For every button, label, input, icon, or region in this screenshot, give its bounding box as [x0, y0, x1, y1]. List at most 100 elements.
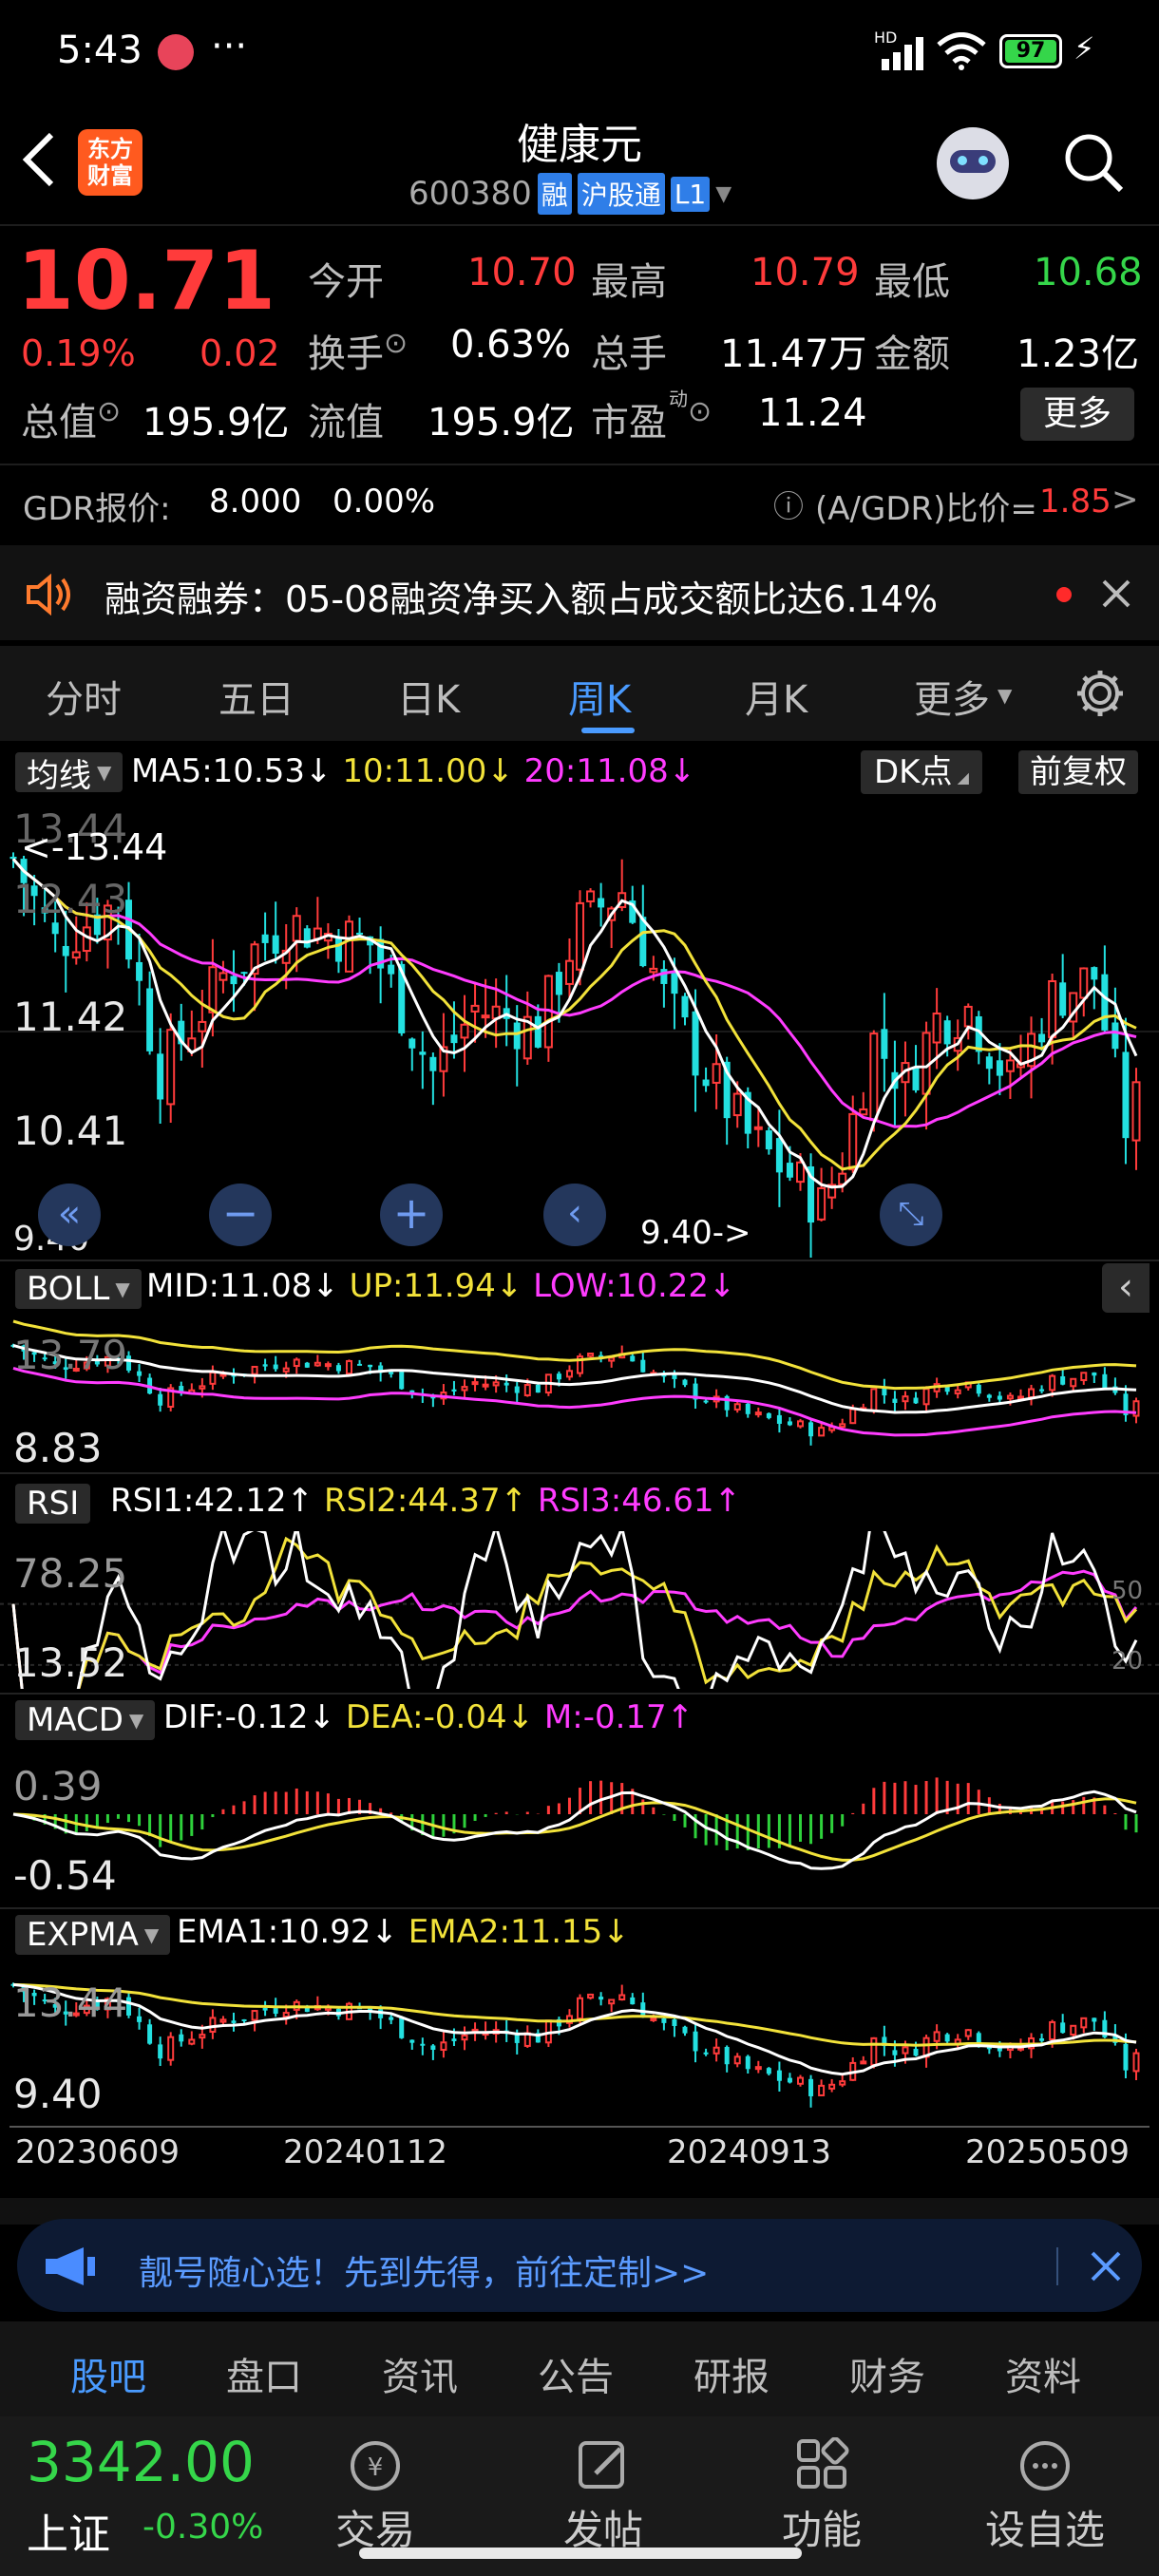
kline-candle-body [62, 945, 69, 957]
fullscreen-button[interactable]: ⤡ [880, 1184, 942, 1246]
ma-selector[interactable]: 均线 ▼ [15, 752, 124, 795]
search-icon[interactable] [1060, 129, 1127, 196]
boll-candle-body [199, 1385, 206, 1390]
boll-candle-body [892, 1398, 898, 1403]
open-value: 10.70 [467, 251, 577, 294]
boll-candle-body [523, 1384, 531, 1396]
dk-point-button[interactable]: DK点 ◢ [861, 750, 982, 794]
section-tab-announcements[interactable]: 公告 [538, 2346, 614, 2401]
expma-candle-body [188, 2038, 196, 2045]
app-notification-icon [158, 34, 194, 70]
zoom-in-button[interactable]: + [380, 1184, 443, 1246]
price-adjust-button[interactable]: 前复权 [1018, 750, 1138, 794]
gdr-arrow-icon[interactable]: > [1112, 481, 1139, 519]
robot-avatar-icon[interactable] [937, 127, 1009, 199]
expma-candle-body [693, 2031, 698, 2052]
expma-candle-body [420, 2043, 426, 2046]
expma-candle-body [219, 2018, 227, 2023]
stock-code-row[interactable]: 600380 融 沪股通 L1 ▼ [408, 173, 732, 215]
zoom-out-button[interactable]: − [209, 1184, 272, 1246]
settings-gear-icon[interactable] [1074, 667, 1127, 720]
expma-chart[interactable] [0, 1962, 1159, 2114]
nav-functions[interactable]: 功能 [760, 2416, 884, 2568]
ma-selector-label: 均线 [27, 756, 91, 795]
expma-candle-body [650, 2017, 657, 2021]
scroll-left-fast-button[interactable]: « [38, 1184, 101, 1246]
boll-chart[interactable] [0, 1315, 1159, 1463]
gdr-ratio-label: (A/GDR)比价= [815, 490, 1037, 528]
expma-candle-body [598, 1997, 604, 2000]
expma-candle-body [1132, 2052, 1140, 2073]
tab-intraday[interactable]: 分时 [46, 669, 122, 724]
kline-candle-body [388, 964, 395, 975]
kline-candle-body [429, 1056, 437, 1071]
more-button[interactable]: 更多 [1020, 388, 1134, 441]
expma-ema1: EMA1:10.92 [177, 1913, 371, 1951]
high-value: 10.79 [750, 251, 860, 294]
boll-y-top: 13.79 [13, 1332, 128, 1378]
macd-selector-label: MACD [27, 1701, 124, 1739]
macd-chart[interactable] [0, 1748, 1159, 1905]
battery-indicator: 97 [999, 34, 1062, 68]
rsi-selector[interactable]: RSI [15, 1484, 91, 1524]
kline-candle-body [996, 1060, 1003, 1076]
boll-candle-body [273, 1364, 278, 1370]
tab-daily-k[interactable]: 日K [397, 669, 460, 724]
market-cap-info-icon[interactable]: ⊙ [97, 395, 121, 428]
boll-selector[interactable]: BOLL ▼ [15, 1269, 142, 1309]
expma-candle-body [241, 2018, 247, 2021]
section-tab-news[interactable]: 资讯 [382, 2346, 458, 2401]
boll-candle-body [1006, 1394, 1014, 1400]
notice-bar[interactable]: 融资融券：05-08融资净买入额占成交额比达6.14% [0, 545, 1159, 640]
promo-banner[interactable]: 靓号随心选！先到先得，前往定制>> [17, 2219, 1142, 2312]
section-tab-profile[interactable]: 资料 [1005, 2346, 1081, 2401]
kline-candle-body [1122, 1051, 1130, 1139]
boll-candle-body [913, 1397, 919, 1404]
kline-candle-body [564, 959, 574, 985]
boll-candle-body [902, 1395, 909, 1403]
tab-monthly-k[interactable]: 月K [745, 669, 808, 724]
kline-candle-body [649, 967, 658, 974]
expma-candle-body [964, 2029, 972, 2037]
banner-separator [1056, 2247, 1058, 2285]
charging-icon: ⚡ [1074, 30, 1095, 66]
gdr-help-icon[interactable]: ⓘ [773, 483, 804, 526]
home-indicator[interactable] [359, 2548, 802, 2559]
macd-selector[interactable]: MACD ▼ [15, 1700, 156, 1740]
section-tab-forum[interactable]: 股吧 [70, 2346, 146, 2401]
kline-candle-body [786, 1163, 793, 1178]
tab-weekly-k[interactable]: 周K [568, 669, 631, 724]
scroll-left-button[interactable]: ‹ [543, 1184, 606, 1246]
rsi-chart[interactable] [0, 1531, 1159, 1689]
tab-five-day[interactable]: 五日 [218, 669, 294, 724]
expma-selector[interactable]: EXPMA ▼ [15, 1915, 171, 1955]
nav-add-watchlist[interactable]: 设自选 [960, 2416, 1130, 2568]
expma-values: EMA1:10.92↓ EMA2:11.15↓ [177, 1913, 630, 1951]
expma-candle-body [618, 1994, 626, 2001]
section-tab-orderbook[interactable]: 盘口 [226, 2346, 302, 2401]
pe-info-icon[interactable]: ⊙ [688, 395, 712, 428]
quote-section: 10.71 0.19% 0.02 今开 10.70 最高 10.79 最低 10… [0, 228, 1159, 465]
expma-candle-body [787, 2077, 792, 2083]
banner-close-icon[interactable] [1089, 2249, 1123, 2283]
boll-candle-body [997, 1395, 1002, 1400]
indicator-panel-toggle[interactable]: ‹ [1102, 1263, 1150, 1313]
expma-candle-body [682, 2026, 688, 2034]
boll-selector-label: BOLL [27, 1270, 110, 1308]
tab-more[interactable]: 更多 [914, 669, 990, 724]
section-tab-financials[interactable]: 财务 [849, 2346, 925, 2401]
turnover-info-icon[interactable]: ⊙ [384, 327, 408, 360]
index-ticker[interactable]: 3342.00 上证 -0.30% [0, 2416, 285, 2576]
notice-close-icon[interactable] [1100, 578, 1132, 610]
nav-trade[interactable]: ¥ 交易 [314, 2416, 437, 2568]
section-tab-research[interactable]: 研报 [694, 2346, 770, 2401]
expma-candle-body [587, 1993, 595, 1999]
boll-candle-body [703, 1400, 709, 1403]
turnover-value: 0.63% [450, 323, 572, 367]
last-price: 10.71 [17, 234, 276, 329]
nav-post[interactable]: 发帖 [542, 2416, 665, 2568]
expma-candle-body [158, 2044, 163, 2059]
boll-candle-body [745, 1403, 750, 1414]
boll-candle-body [357, 1363, 363, 1366]
pe-superscript: 动 [669, 388, 688, 410]
